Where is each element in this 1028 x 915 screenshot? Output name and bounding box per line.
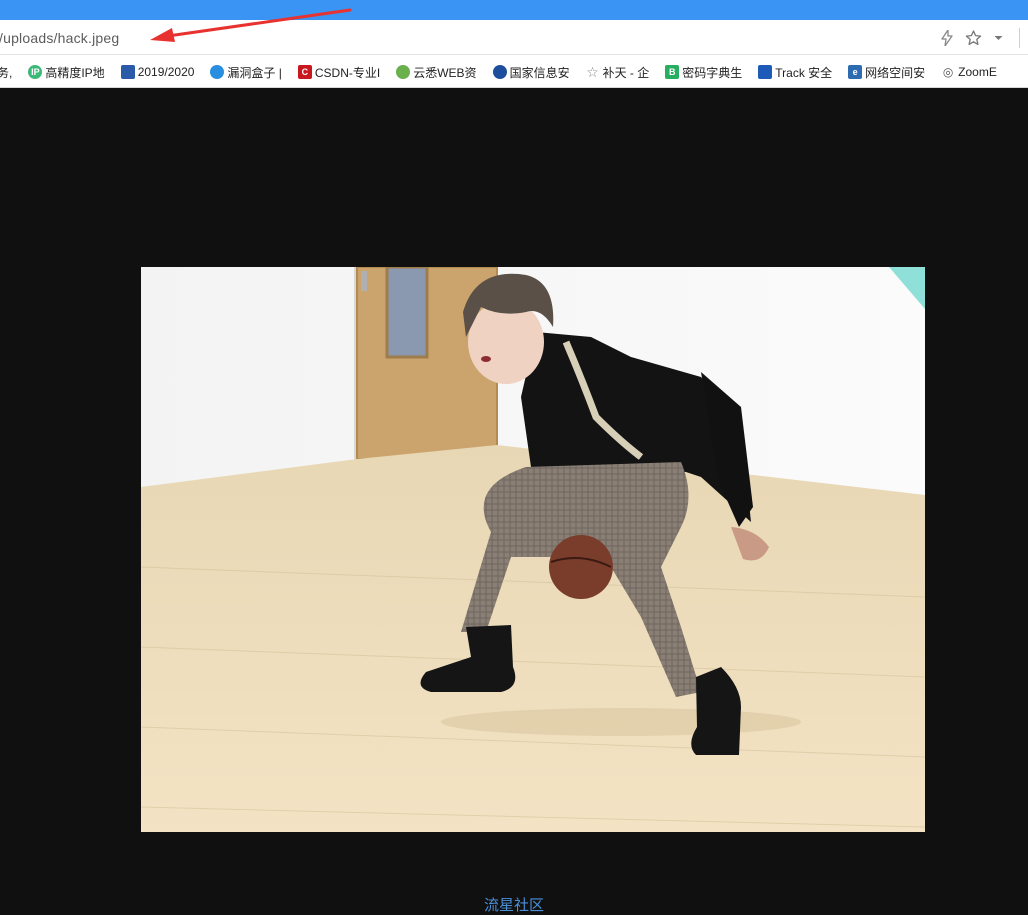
community-link[interactable]: 流星社区	[0, 894, 1028, 915]
bookmark-label: 补天 - 企	[602, 65, 650, 80]
flag-icon	[120, 65, 135, 79]
address-bar[interactable]: /uploads/hack.jpeg	[0, 20, 1028, 55]
bookmark-item[interactable]: 国家信息安	[492, 64, 570, 80]
star-icon[interactable]	[965, 30, 982, 46]
bookmark-item[interactable]: IP 高精度IP地	[28, 64, 105, 80]
ip-icon: IP	[28, 65, 43, 79]
bookmark-item[interactable]: B 密码字典生	[665, 64, 742, 80]
image-viewer: 流星社区	[0, 88, 1028, 914]
bookmark-item[interactable]: Track 安全	[758, 64, 832, 80]
bookmark-label: Track 安全	[775, 65, 833, 80]
bookmark-label: 高精度IP地	[45, 65, 105, 80]
bookmark-item[interactable]: e 网络空间安	[848, 64, 925, 80]
bookmark-label: CSDN-专业I	[314, 65, 381, 80]
shield-icon	[758, 65, 773, 79]
bookmark-item[interactable]: C CSDN-专业I	[297, 64, 381, 80]
url-text[interactable]: /uploads/hack.jpeg	[0, 30, 119, 46]
bookmark-item[interactable]: 2019/2020	[120, 64, 195, 80]
bookmark-item[interactable]: 漏洞盒子 |	[210, 64, 282, 80]
e-icon: e	[848, 65, 863, 79]
bookmark-label: 国家信息安	[509, 65, 570, 80]
b-icon: B	[665, 65, 680, 79]
bookmark-label: 2019/2020	[137, 65, 195, 79]
globe-icon	[492, 65, 507, 79]
toolbar-divider	[1019, 28, 1020, 48]
chevron-down-icon[interactable]	[994, 35, 1003, 41]
csdn-icon: C	[297, 65, 312, 79]
eye-icon: ◎	[942, 65, 954, 79]
photo-illustration	[141, 267, 925, 832]
bookmark-label: ZoomE	[958, 65, 997, 79]
bookmark-item[interactable]: 云悉WEB资	[396, 64, 477, 80]
star-outline-icon: ☆	[586, 63, 599, 80]
bookmarks-bar: 务, IP高精度IP地 2019/2020 漏洞盒子 | CCSDN-专业I 云悉WEB资…	[0, 55, 1028, 88]
bookmark-label: 网络空间安	[865, 65, 926, 80]
yunxi-icon	[396, 65, 411, 79]
bookmark-label: 密码字典生	[682, 65, 743, 80]
bookmark-label: 务,	[0, 65, 13, 80]
bookmark-item[interactable]: ☆ 补天 - 企	[586, 63, 650, 80]
bookmark-label: 漏洞盒子 |	[227, 65, 282, 80]
browser-titlebar	[0, 0, 1028, 20]
bookmark-item[interactable]: ◎ ZoomE	[941, 64, 997, 80]
bookmark-item[interactable]: 务,	[0, 64, 12, 80]
bookmark-label: 云悉WEB资	[413, 65, 477, 80]
hexagon-icon	[210, 65, 225, 79]
displayed-image[interactable]	[141, 267, 925, 832]
lightning-icon[interactable]	[941, 30, 953, 46]
